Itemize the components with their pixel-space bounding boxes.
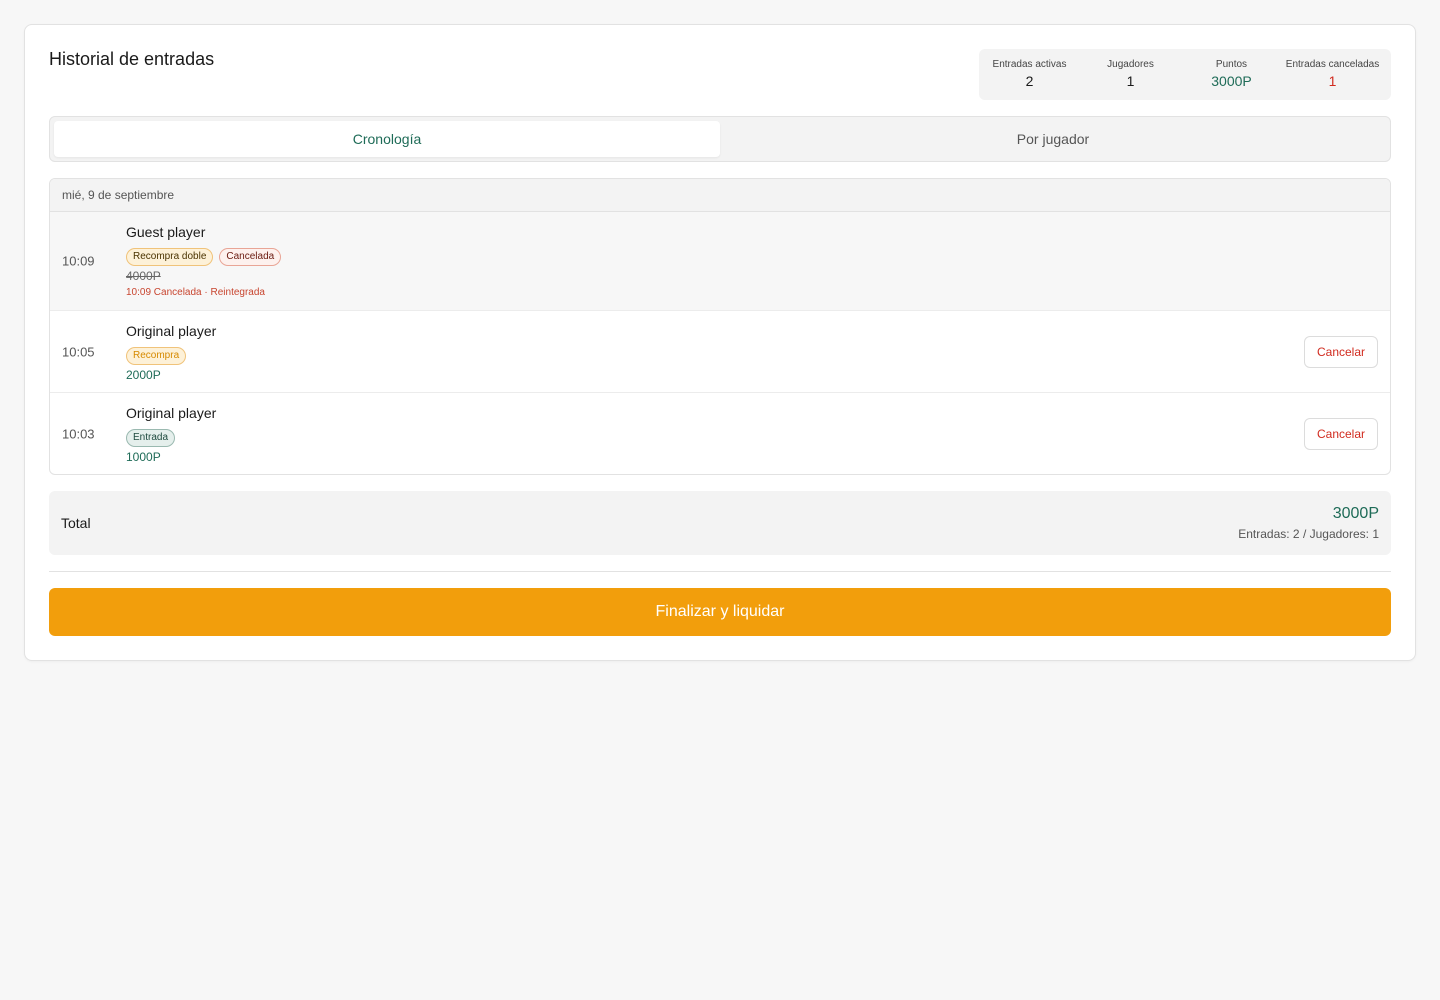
finalize-settle-button[interactable]: Finalizar y liquidar [49, 588, 1391, 636]
tab-timeline[interactable]: Cronología [54, 121, 720, 157]
rebuy-badge: Recompra [126, 347, 187, 365]
tab-by-player[interactable]: Por jugador [720, 121, 1386, 157]
total-breakdown: Entradas: 2 / Jugadores: 1 [1238, 527, 1379, 541]
total-label: Total [61, 515, 91, 531]
total-values: 3000P Entradas: 2 / Jugadores: 1 [1238, 505, 1379, 541]
entry-badge: Entrada [126, 429, 176, 447]
player-name: Original player [126, 405, 217, 421]
rebuy-double-badge: Recompra doble [126, 248, 214, 266]
entry-body: Original player Entrada 1000P [126, 405, 216, 465]
cancel-note: 10:09 Cancelada · Reintegrada [126, 287, 265, 298]
timeline-entry: 10:09 Guest player Recompra doble Cancel… [50, 212, 1390, 311]
timeline-entry: 10:05 Original player Recompra 2000P Can… [50, 311, 1390, 393]
timeline-entry: 10:03 Original player Entrada 1000P Canc… [50, 393, 1390, 474]
entry-badges: Entrada [126, 429, 216, 447]
stat-points: Puntos 3000P [1181, 49, 1282, 100]
entry-badges: Recompra [126, 347, 216, 365]
stat-value: 1 [1328, 73, 1337, 89]
stat-label: Entradas activas [992, 59, 1067, 70]
stat-label: Jugadores [1107, 59, 1154, 70]
total-amount: 3000P [1332, 505, 1379, 522]
entry-time: 10:03 [62, 426, 95, 442]
stat-value: 1 [1126, 73, 1135, 89]
stat-active-entries: Entradas activas 2 [979, 49, 1080, 100]
stat-cancelled-entries: Entradas canceladas 1 [1282, 49, 1383, 100]
timeline-list: mié, 9 de septiembre 10:09 Guest player … [49, 178, 1391, 475]
entry-time: 10:05 [62, 344, 95, 359]
stat-value: 2 [1025, 73, 1034, 89]
stat-value: 3000P [1211, 73, 1252, 89]
total-summary: Total 3000P Entradas: 2 / Jugadores: 1 [49, 491, 1391, 555]
stat-label: Entradas canceladas [1285, 59, 1380, 70]
entry-badges: Recompra doble Cancelada [126, 248, 282, 266]
entry-body: Original player Recompra 2000P [126, 323, 216, 383]
stats-summary: Entradas activas 2 Jugadores 1 Puntos 30… [979, 49, 1391, 100]
entry-body: Guest player Recompra doble Cancelada 40… [126, 224, 282, 298]
page-title: Historial de entradas [49, 49, 215, 69]
cancel-entry-button[interactable]: Cancelar [1304, 418, 1378, 450]
cancelled-badge: Cancelada [219, 248, 282, 266]
divider [49, 571, 1391, 572]
entry-history-card: Historial de entradas Entradas activas 2… [24, 24, 1416, 661]
entry-amount: 4000P [126, 269, 161, 283]
view-tabs: Cronología Por jugador [49, 116, 1391, 162]
player-name: Guest player [126, 224, 206, 240]
player-name: Original player [126, 323, 217, 339]
entry-amount: 1000P [126, 450, 161, 464]
entry-time: 10:09 [62, 253, 95, 269]
entry-amount: 2000P [126, 368, 161, 382]
stat-players: Jugadores 1 [1080, 49, 1181, 100]
stat-label: Puntos [1215, 59, 1248, 70]
day-header: mié, 9 de septiembre [50, 179, 1390, 212]
cancel-entry-button[interactable]: Cancelar [1304, 335, 1378, 368]
